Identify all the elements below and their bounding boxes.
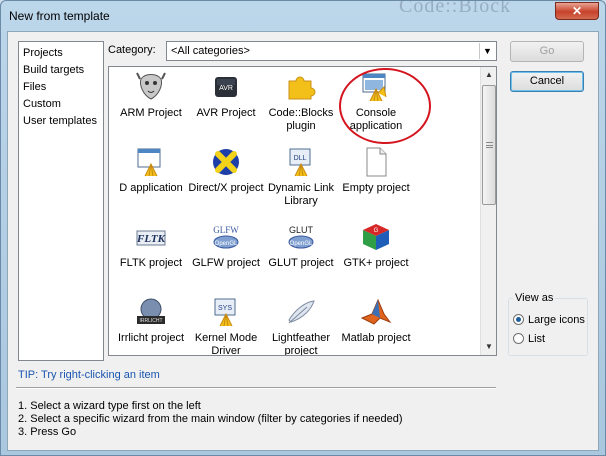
template-label: GTK+ project [343,257,409,269]
instructions: 1. Select a wizard type first on the lef… [18,400,403,439]
wizard-type-custom[interactable]: Custom [23,96,99,113]
title-bar: Code::Block New from template ✕ [1,1,605,31]
view-large-icons-radio[interactable]: Large icons [513,314,585,328]
template-kernel-mode-driver[interactable]: SYS Kernel Mode Driver [186,296,266,356]
view-as-legend: View as [513,292,556,304]
template-fltk-project[interactable]: FLTK FLTK project [111,221,191,270]
template-label: Irrlicht project [117,332,185,344]
category-dropdown[interactable]: <All categories> ▼ [166,41,497,61]
svg-text:AVR: AVR [219,85,233,92]
scroll-up-arrow-icon[interactable]: ▲ [482,67,496,83]
gtk-cube-icon: G [360,221,392,253]
template-label: Matlab project [341,332,411,344]
dll-icon: DLL [285,146,317,178]
dialog-client-area: Projects Build targets Files Custom User… [7,31,599,451]
radio-unselected-icon [513,333,524,344]
close-button[interactable]: ✕ [555,2,599,20]
template-grid-scrollbar[interactable]: ▲ ▼ [480,67,496,355]
template-matlab-project[interactable]: Matlab project [336,296,416,345]
instruction-line: 3. Press Go [18,426,77,438]
glut-icon: GLUT OpenGL [285,221,317,253]
wizard-type-files[interactable]: Files [23,79,99,96]
svg-text:GLFW: GLFW [213,225,239,235]
svg-text:OpenGL: OpenGL [215,241,238,247]
template-glfw-project[interactable]: GLFW OpenGL GLFW project [186,221,266,270]
grip-icon [486,142,493,148]
svg-text:IRRLICHT: IRRLICHT [139,318,162,324]
template-label: GLUT project [268,257,334,269]
close-icon: ✕ [571,4,583,18]
avr-chip-icon: AVR [210,71,242,103]
new-from-template-dialog: Code::Block New from template ✕ Projects… [0,0,606,456]
template-glut-project[interactable]: GLUT OpenGL GLUT project [261,221,341,270]
svg-text:OpenGL: OpenGL [290,241,313,247]
wizard-type-list[interactable]: Projects Build targets Files Custom User… [18,41,104,361]
template-arm-project[interactable]: ARM Project [111,71,191,120]
svg-text:G: G [374,228,379,234]
template-gtk-project[interactable]: G GTK+ project [336,221,416,270]
glfw-icon: GLFW OpenGL [210,221,242,253]
scroll-thumb[interactable] [482,85,496,205]
template-empty-project[interactable]: Empty project [336,146,416,195]
view-as-group: View as Large icons List [508,292,588,356]
template-label: FLTK project [119,257,183,269]
wizard-type-projects[interactable]: Projects [23,45,99,62]
cancel-button[interactable]: Cancel [510,71,584,92]
template-label: D application [119,182,183,194]
template-lightfeather-project[interactable]: Lightfeather project [261,296,341,356]
template-label: GLFW project [192,257,260,269]
puzzle-icon [285,71,317,103]
radio-label: List [528,333,546,345]
radio-label: Large icons [528,314,585,326]
category-label: Category: [108,44,156,56]
template-label: Lightfeather project [271,332,331,356]
svg-text:DLL: DLL [294,155,307,162]
matlab-icon [360,296,392,328]
template-directx-project[interactable]: Direct/X project [186,146,266,195]
template-label: ARM Project [120,107,182,119]
svg-text:SYS: SYS [218,305,232,312]
wizard-type-build-targets[interactable]: Build targets [23,62,99,79]
instruction-line: 1. Select a wizard type first on the lef… [18,400,201,412]
template-codeblocks-plugin[interactable]: Code::Blocks plugin [261,71,341,133]
radio-selected-icon [513,314,524,325]
chevron-down-icon[interactable]: ▼ [479,43,495,59]
view-list-radio[interactable]: List [513,333,545,347]
template-grid: ARM Project AVR AVR Project Code::Blocks… [108,66,497,356]
dialog-title: New from template [9,9,110,23]
blank-page-icon [360,146,392,178]
go-button[interactable]: Go [510,41,584,62]
fltk-icon: FLTK [135,221,167,253]
category-value: <All categories> [171,45,250,57]
template-label: Direct/X project [188,182,264,194]
divider [16,387,496,389]
template-avr-project[interactable]: AVR AVR Project [186,71,266,120]
background-window-text: Code::Block [399,0,512,17]
template-label: AVR Project [196,107,256,119]
template-label: Dynamic Link Library [267,182,335,207]
template-label: Kernel Mode Driver [194,332,258,356]
wizard-type-user-templates[interactable]: User templates [23,113,99,130]
sys-driver-icon: SYS [210,296,242,328]
template-dynamic-link-library[interactable]: DLL Dynamic Link Library [261,146,341,208]
template-label: Code::Blocks plugin [268,107,334,132]
irrlicht-icon: IRRLICHT [135,296,167,328]
instruction-line: 2. Select a specific wizard from the mai… [18,413,403,425]
directx-icon [210,146,242,178]
tip-text: TIP: Try right-clicking an item [18,369,160,381]
template-d-application[interactable]: D application [111,146,191,195]
feather-icon [285,296,317,328]
svg-text:FLTK: FLTK [136,233,166,245]
svg-text:GLUT: GLUT [289,225,314,235]
template-irrlicht-project[interactable]: IRRLICHT Irrlicht project [111,296,191,345]
template-label: Empty project [342,182,410,194]
d-app-icon [135,146,167,178]
scroll-down-arrow-icon[interactable]: ▼ [482,339,496,355]
highlight-circle [339,68,431,144]
gnu-icon [135,71,167,103]
